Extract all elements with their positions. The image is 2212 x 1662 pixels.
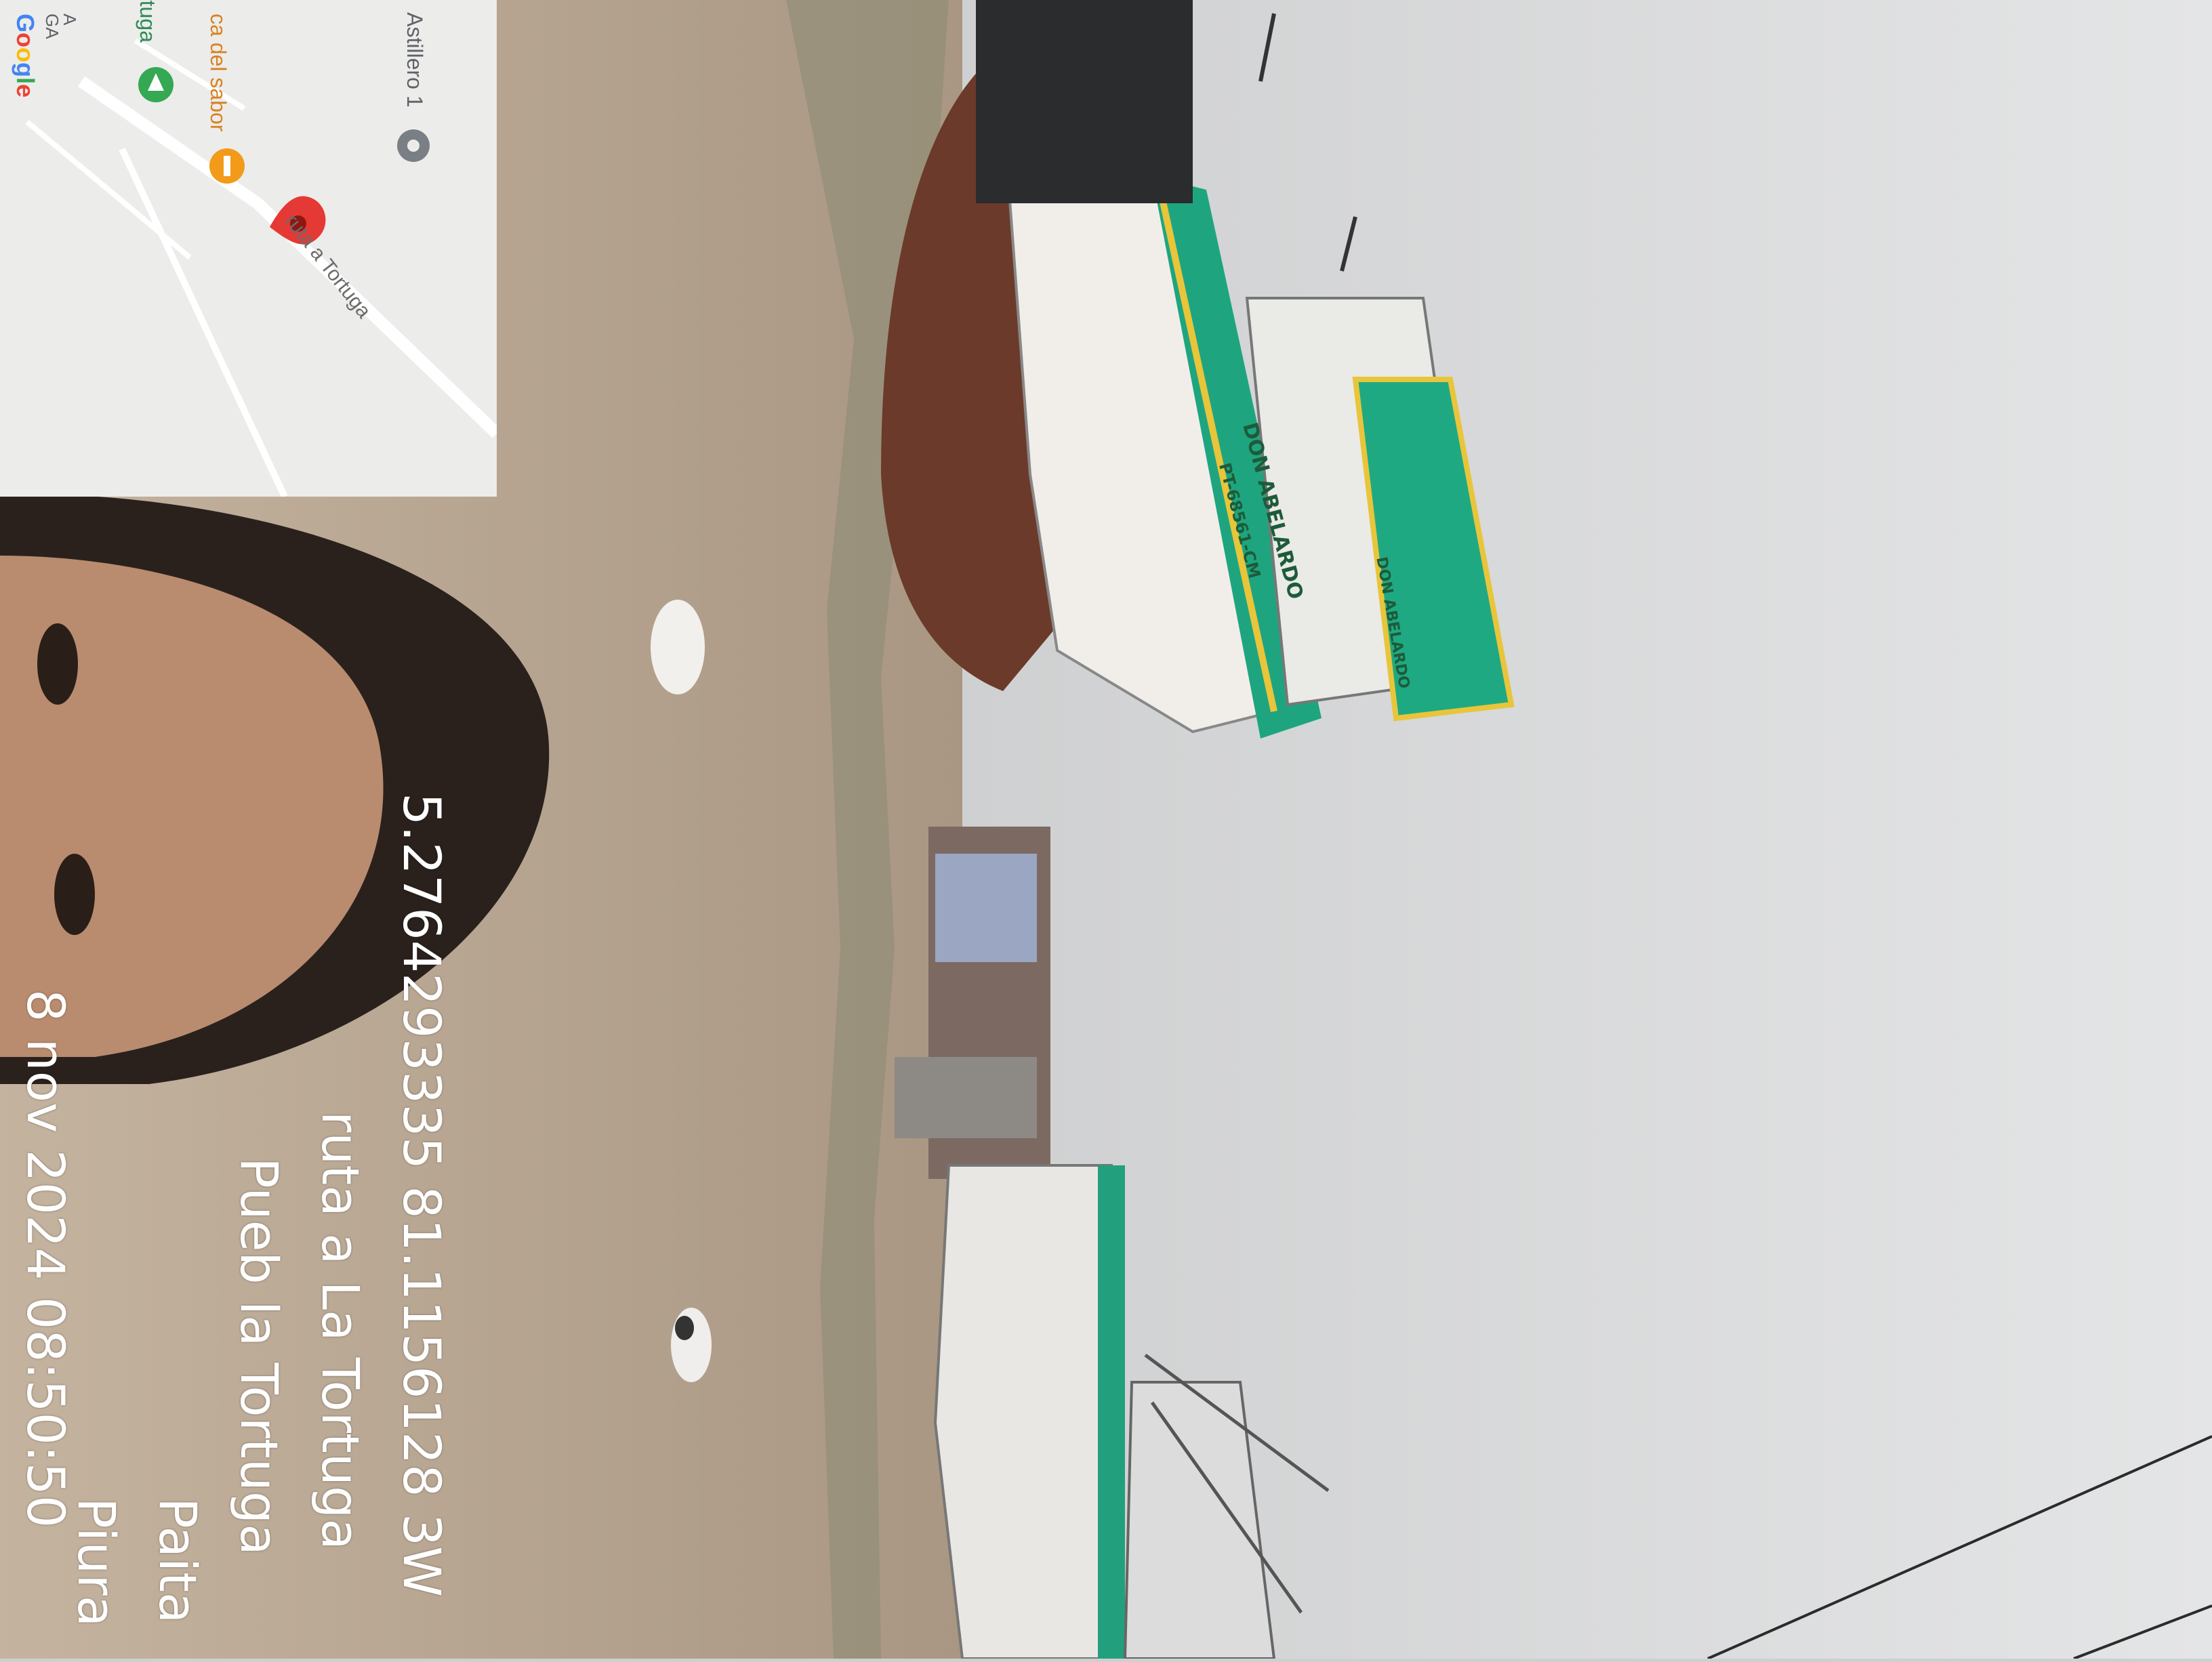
building-wall: [935, 854, 1037, 962]
google-logo-letter: l: [12, 77, 39, 85]
boat-2-green-stripe: [1098, 1165, 1125, 1659]
dog-spot: [675, 1316, 694, 1340]
stamp-city: Paita: [148, 1497, 208, 1624]
boat-2-hull: [933, 1164, 1127, 1660]
map-label-park: rtuga: [136, 0, 160, 43]
google-logo-letter: o: [12, 33, 39, 48]
stamp-street: ruta a La Tortuga: [310, 1111, 371, 1550]
photo-scene: DON ABELARDO PT-68561-CM DON ABELARDO As…: [0, 0, 2212, 1660]
stamp-coordinates: 5.2764293335 81.1156128 3W: [392, 793, 452, 1598]
green-park-pin-icon[interactable]: [138, 67, 173, 102]
stamp-region: Piura: [66, 1497, 127, 1627]
map-label-partial-ga: GA: [42, 14, 62, 39]
dog-white: [651, 600, 705, 694]
orange-restaurant-pin-icon[interactable]: [209, 148, 245, 184]
map-label-restaurant: ca del sabor: [206, 14, 230, 132]
gray-place-pin-icon[interactable]: [397, 129, 430, 162]
person-eye-1: [37, 623, 78, 705]
dog-spotted: [671, 1308, 712, 1382]
google-logo-letter: o: [12, 47, 39, 63]
map-inset[interactable]: Astillero 1 ca del sabor rtuga ruta a To…: [0, 0, 497, 497]
map-label-astillero: Astillero 1: [403, 12, 427, 108]
google-logo: Google: [11, 14, 39, 98]
google-logo-letter: g: [12, 62, 39, 78]
google-logo-letter: G: [12, 14, 39, 33]
google-logo-letter: e: [12, 84, 39, 98]
boat-1-tarp: [976, 0, 1193, 203]
building-grey: [895, 1057, 1037, 1138]
stamp-locality: Pueb la Tortuga: [229, 1157, 289, 1556]
person-eye-2: [54, 854, 95, 935]
stamp-datetime: 8 nov 2024 08:50:50: [16, 989, 76, 1529]
